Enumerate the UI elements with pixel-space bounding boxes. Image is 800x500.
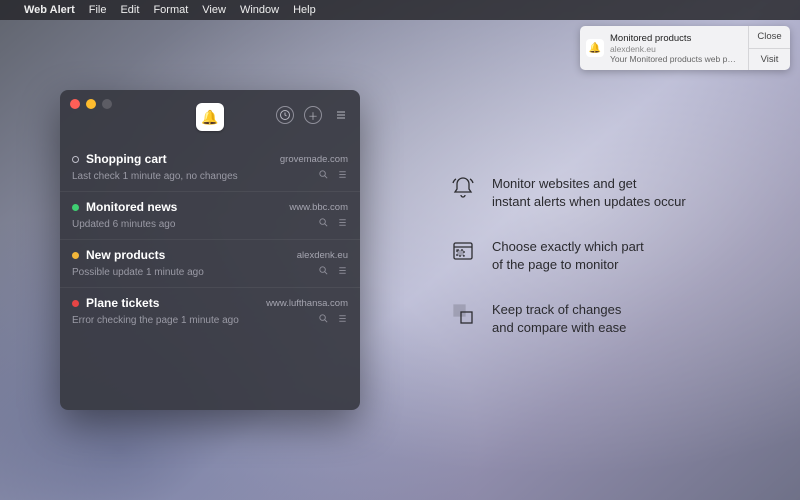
monitor-name: Plane tickets [86,296,259,310]
system-notification[interactable]: 🔔 Monitored products alexdenk.eu Your Mo… [580,26,790,70]
menubar-item-format[interactable]: Format [153,4,188,16]
feature-list: Monitor websites and getinstant alerts w… [450,175,686,336]
monitor-domain: grovemade.com [280,154,348,165]
menubar-item-help[interactable]: Help [293,4,316,16]
monitor-status: Possible update 1 minute ago [72,267,318,278]
status-dot-icon [72,300,79,307]
monitor-status: Error checking the page 1 minute ago [72,315,318,326]
menubar-item-file[interactable]: File [89,4,107,16]
notification-message: Your Monitored products web page wa… [610,54,740,64]
monitor-list: Shopping cart grovemade.com Last check 1… [60,144,360,410]
monitor-name: New products [86,248,290,262]
notification-visit-button[interactable]: Visit [749,49,790,71]
menubar-item-window[interactable]: Window [240,4,279,16]
notification-subtitle: alexdenk.eu [610,44,740,54]
window-minimize-button[interactable] [86,99,96,109]
list-icon[interactable] [337,265,348,279]
window-close-button[interactable] [70,99,80,109]
list-icon[interactable] [337,169,348,183]
mac-menubar: Web Alert File Edit Format View Window H… [0,0,800,20]
menu-button[interactable] [332,106,350,124]
feature-item: Choose exactly which partof the page to … [450,238,686,273]
monitor-name: Shopping cart [86,152,273,166]
notification-app-icon: 🔔 [586,39,604,57]
list-icon[interactable] [337,313,348,327]
monitor-item[interactable]: New products alexdenk.eu Possible update… [60,239,360,287]
monitor-domain: alexdenk.eu [297,250,348,261]
menubar-app-name[interactable]: Web Alert [24,4,75,16]
notification-close-button[interactable]: Close [749,26,790,49]
notification-body[interactable]: 🔔 Monitored products alexdenk.eu Your Mo… [580,26,748,70]
status-dot-icon [72,204,79,211]
monitor-name: Monitored news [86,200,282,214]
add-button[interactable]: ＋ [304,106,322,124]
feature-item: Monitor websites and getinstant alerts w… [450,175,686,210]
history-button[interactable] [276,106,294,124]
status-dot-icon [72,252,79,259]
feature-text: Monitor websites and getinstant alerts w… [492,175,686,210]
select-icon [450,238,476,264]
menubar-item-view[interactable]: View [202,4,226,16]
app-window: 🔔 ＋ Shopping cart grovemade.com Last che… [60,90,360,410]
app-logo-icon: 🔔 [196,103,224,131]
bell-icon [450,175,476,201]
list-icon[interactable] [337,217,348,231]
menubar-item-edit[interactable]: Edit [120,4,139,16]
monitor-item[interactable]: Shopping cart grovemade.com Last check 1… [60,144,360,191]
search-icon[interactable] [318,169,329,183]
status-dot-icon [72,156,79,163]
search-icon[interactable] [318,265,329,279]
monitor-status: Updated 6 minutes ago [72,219,318,230]
monitor-status: Last check 1 minute ago, no changes [72,171,318,182]
compare-icon [450,301,476,327]
search-icon[interactable] [318,313,329,327]
monitor-item[interactable]: Monitored news www.bbc.com Updated 6 min… [60,191,360,239]
search-icon[interactable] [318,217,329,231]
feature-item: Keep track of changesand compare with ea… [450,301,686,336]
feature-text: Choose exactly which partof the page to … [492,238,644,273]
monitor-item[interactable]: Plane tickets www.lufthansa.com Error ch… [60,287,360,335]
monitor-domain: www.bbc.com [289,202,348,213]
window-zoom-button[interactable] [102,99,112,109]
window-toolbar: 🔔 ＋ [60,90,360,144]
notification-title: Monitored products [610,33,740,44]
feature-text: Keep track of changesand compare with ea… [492,301,626,336]
monitor-domain: www.lufthansa.com [266,298,348,309]
